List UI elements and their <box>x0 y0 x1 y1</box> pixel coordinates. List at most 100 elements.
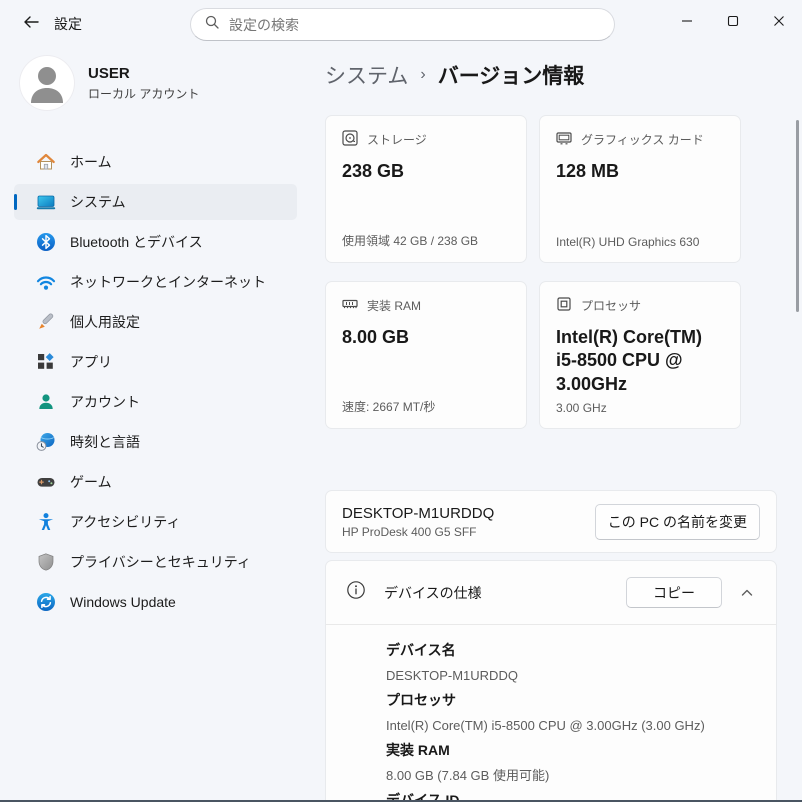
card-caption: 3.00 GHz <box>556 401 607 415</box>
titlebar: 設定 <box>0 0 802 48</box>
device-name-card: DESKTOP-M1URDDQ HP ProDesk 400 G5 SFF この… <box>325 490 777 553</box>
user-name: USER <box>88 65 199 82</box>
card-caption: Intel(R) UHD Graphics 630 <box>556 235 699 249</box>
sidebar-item-label: Windows Update <box>70 594 176 610</box>
sidebar-item-system[interactable]: システム <box>14 184 297 220</box>
privacy-icon <box>36 552 56 572</box>
processor-card: プロセッサ Intel(R) Core(TM) i5-8500 CPU @ 3.… <box>539 281 741 429</box>
spec-label: 実装 RAM <box>386 738 760 763</box>
minimize-button[interactable] <box>664 0 710 42</box>
close-button[interactable] <box>756 0 802 42</box>
network-icon <box>36 272 56 292</box>
sidebar-item-label: ゲーム <box>70 472 112 492</box>
device-name: DESKTOP-M1URDDQ <box>342 505 494 522</box>
sidebar-item-label: アカウント <box>70 392 140 412</box>
minimize-icon <box>681 15 693 27</box>
search-icon <box>205 15 219 34</box>
search-box[interactable] <box>190 8 615 41</box>
card-label: グラフィックス カード <box>581 131 704 148</box>
card-label: ストレージ <box>367 131 427 148</box>
maximize-icon <box>727 15 739 27</box>
page-title: バージョン情報 <box>438 60 585 90</box>
info-icon <box>346 580 366 605</box>
sidebar-item-privacy-security[interactable]: プライバシーとセキュリティ <box>14 544 297 580</box>
sidebar-item-label: システム <box>70 192 126 212</box>
sidebar-item-label: 個人用設定 <box>70 312 140 332</box>
storage-icon <box>342 130 358 149</box>
card-caption: 使用領域 42 GB / 238 GB <box>342 232 478 249</box>
sidebar-item-home[interactable]: ホーム <box>14 144 297 180</box>
sidebar-item-gaming[interactable]: ゲーム <box>14 464 297 500</box>
card-label: プロセッサ <box>581 297 641 314</box>
rename-pc-button[interactable]: この PC の名前を変更 <box>595 504 760 540</box>
sidebar-item-apps[interactable]: アプリ <box>14 344 297 380</box>
search-input[interactable] <box>229 17 600 33</box>
card-value: 238 GB <box>342 160 510 183</box>
sidebar-item-accessibility[interactable]: アクセシビリティ <box>14 504 297 540</box>
graphics-card-icon <box>556 130 572 149</box>
home-icon <box>36 152 56 172</box>
accounts-icon <box>36 392 56 412</box>
accessibility-icon <box>36 512 56 532</box>
gaming-icon <box>36 472 56 492</box>
personalization-icon <box>36 312 56 332</box>
device-specs-header[interactable]: デバイスの仕様 コピー <box>326 561 776 625</box>
user-profile[interactable]: USER ローカル アカウント <box>20 56 199 110</box>
spec-value: Intel(R) Core(TM) i5-8500 CPU @ 3.00GHz … <box>386 713 760 738</box>
storage-card: ストレージ 238 GB 使用領域 42 GB / 238 GB <box>325 115 527 263</box>
device-model: HP ProDesk 400 G5 SFF <box>342 525 494 539</box>
bluetooth-icon <box>36 232 56 252</box>
sidebar-item-label: アクセシビリティ <box>70 512 180 532</box>
sidebar-item-personalization[interactable]: 個人用設定 <box>14 304 297 340</box>
chevron-up-icon <box>740 586 754 600</box>
card-caption: 速度: 2667 MT/秒 <box>342 398 435 415</box>
device-specs-details: デバイス名 DESKTOP-M1URDDQ プロセッサ Intel(R) Cor… <box>326 625 776 802</box>
app-title: 設定 <box>54 0 82 48</box>
card-value: 128 MB <box>556 160 724 183</box>
device-name-block: DESKTOP-M1URDDQ HP ProDesk 400 G5 SFF <box>342 505 494 539</box>
maximize-button[interactable] <box>710 0 756 42</box>
user-account-type: ローカル アカウント <box>88 85 199 102</box>
spec-value: 8.00 GB (7.84 GB 使用可能) <box>386 763 760 788</box>
windows-update-icon <box>36 592 56 612</box>
sidebar: USER ローカル アカウント ホーム システム <box>0 48 310 802</box>
graphics-card: グラフィックス カード 128 MB Intel(R) UHD Graphics… <box>539 115 741 263</box>
back-arrow-icon <box>23 14 39 35</box>
card-value: 8.00 GB <box>342 326 510 349</box>
scrollbar[interactable] <box>796 120 799 312</box>
sidebar-item-accounts[interactable]: アカウント <box>14 384 297 420</box>
breadcrumb-separator-icon: › <box>420 66 425 84</box>
ram-card: 実装 RAM 8.00 GB 速度: 2667 MT/秒 <box>325 281 527 429</box>
info-cards: ストレージ 238 GB 使用領域 42 GB / 238 GB グラフィックス… <box>325 115 741 429</box>
device-specs-card: デバイスの仕様 コピー デバイス名 DESKTOP-M1URDDQ プロセッサ … <box>325 560 777 802</box>
system-icon <box>36 192 56 212</box>
card-value: Intel(R) Core(TM) i5-8500 CPU @ 3.00GHz <box>556 326 724 396</box>
caption-buttons <box>664 0 802 42</box>
device-specs-title: デバイスの仕様 <box>384 583 482 603</box>
sidebar-item-bluetooth-devices[interactable]: Bluetooth とデバイス <box>14 224 297 260</box>
ram-icon <box>342 296 358 315</box>
breadcrumb-parent[interactable]: システム <box>325 60 408 90</box>
collapse-button[interactable] <box>730 577 764 608</box>
user-text: USER ローカル アカウント <box>88 65 199 102</box>
back-button[interactable] <box>14 8 48 40</box>
breadcrumb: システム › バージョン情報 <box>325 60 584 90</box>
sidebar-item-label: 時刻と言語 <box>70 432 140 452</box>
sidebar-item-label: アプリ <box>70 352 112 372</box>
sidebar-item-label: Bluetooth とデバイス <box>70 232 203 252</box>
close-icon <box>773 15 785 27</box>
sidebar-item-label: ホーム <box>70 152 112 172</box>
selected-indicator <box>14 194 17 210</box>
sidebar-item-network-internet[interactable]: ネットワークとインターネット <box>14 264 297 300</box>
spec-label: デバイス名 <box>386 638 760 663</box>
sidebar-item-windows-update[interactable]: Windows Update <box>14 584 297 620</box>
processor-icon <box>556 296 572 315</box>
avatar <box>20 56 74 110</box>
sidebar-nav: ホーム システム Bluetooth とデバイス ネットワークとインタ <box>14 144 297 624</box>
spec-label: プロセッサ <box>386 688 760 713</box>
spec-value: DESKTOP-M1URDDQ <box>386 663 760 688</box>
sidebar-item-label: プライバシーとセキュリティ <box>70 552 251 572</box>
copy-button[interactable]: コピー <box>626 577 722 608</box>
sidebar-item-time-language[interactable]: 時刻と言語 <box>14 424 297 460</box>
main-content: システム › バージョン情報 ストレージ 238 GB 使用領域 42 GB /… <box>325 48 802 802</box>
